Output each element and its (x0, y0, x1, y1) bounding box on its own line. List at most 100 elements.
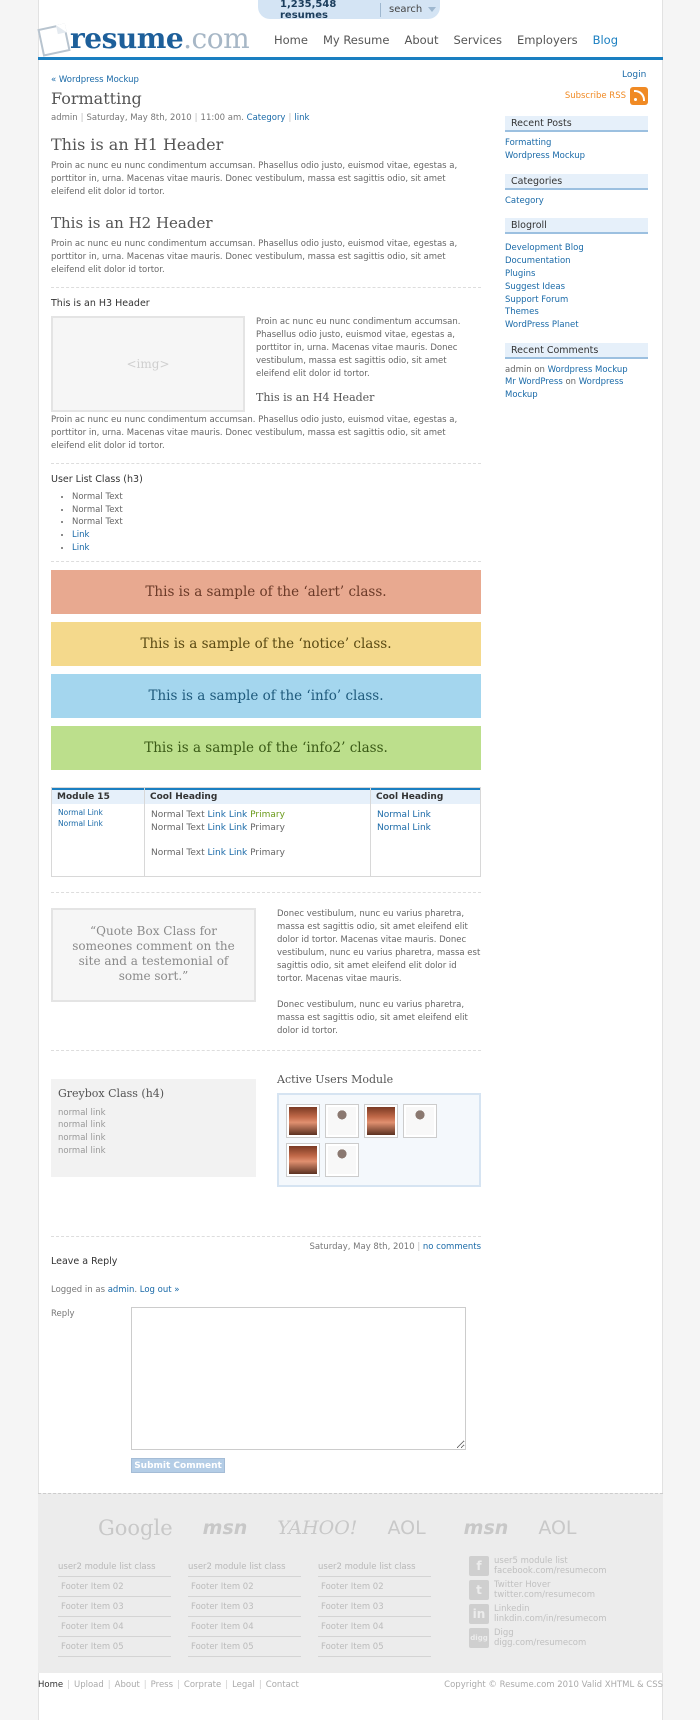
nav-blog[interactable]: Blog (593, 33, 618, 47)
submit-comment-button[interactable]: Submit Comment (131, 1458, 225, 1473)
table-column: Cool Heading Normal Text Link Link Prima… (145, 787, 371, 876)
table-link[interactable]: Normal Link (58, 808, 103, 817)
social-item[interactable]: t Twitter Hover twitter.com/resumecom (469, 1580, 609, 1604)
nav-home[interactable]: Home (274, 33, 308, 47)
avatar[interactable] (364, 1103, 398, 1138)
footer-item[interactable]: Footer Item 05 (318, 1637, 431, 1657)
greybox-link[interactable]: normal link (58, 1119, 249, 1132)
divider (51, 891, 481, 893)
avatar[interactable] (325, 1103, 359, 1138)
list-link[interactable]: Link (72, 543, 89, 553)
table-link[interactable]: Normal Link (58, 819, 103, 828)
table-link[interactable]: Normal Link (377, 823, 431, 833)
footer-item[interactable]: Footer Item 03 (188, 1597, 301, 1617)
footer-item[interactable]: Footer Item 04 (318, 1617, 431, 1637)
reply-title: Leave a Reply (51, 1256, 118, 1267)
table-link[interactable]: Link (229, 823, 247, 833)
social-item[interactable]: in Linkedin linkdin.com/in/resumecom (469, 1604, 609, 1628)
avatar[interactable] (286, 1142, 320, 1177)
bottom-link-upload[interactable]: Upload (74, 1680, 104, 1690)
list-item-link[interactable]: Link (72, 542, 481, 555)
bottom-link-home[interactable]: Home (38, 1680, 63, 1690)
greybox-link[interactable]: normal link (58, 1132, 249, 1145)
sidebar-link[interactable]: Wordpress Mockup (505, 150, 648, 163)
bottom-link-legal[interactable]: Legal (232, 1680, 255, 1690)
list-item-link[interactable]: Link (72, 529, 481, 542)
table-link[interactable]: Link (208, 810, 226, 820)
sidebar-link[interactable]: Formatting (505, 137, 648, 150)
notice-box: This is a sample of the ‘notice’ class. (51, 621, 481, 666)
module-table: Module 15 Normal Link Normal Link Cool H… (51, 786, 481, 877)
social-url: twitter.com/resumecom (494, 1590, 595, 1600)
bottom-link-contact[interactable]: Contact (266, 1680, 299, 1690)
h4-header: This is an H4 Header (256, 391, 375, 404)
site-logo[interactable]: resume .com (37, 22, 250, 57)
footer-item[interactable]: Footer Item 02 (188, 1577, 301, 1597)
comments-link[interactable]: no comments (423, 1242, 481, 1252)
bottom-link-about[interactable]: About (115, 1680, 140, 1690)
nav-services[interactable]: Services (453, 33, 502, 47)
logout-link[interactable]: Log out » (140, 1285, 180, 1295)
footer-item[interactable]: Footer Item 03 (318, 1597, 431, 1617)
sidebar-link[interactable]: Category (505, 195, 648, 208)
footer-column-title: user2 module list class (318, 1562, 431, 1577)
nav-employers[interactable]: Employers (517, 33, 578, 47)
recent-posts-list: Formatting Wordpress Mockup (505, 137, 648, 163)
table-link[interactable]: Link (208, 848, 226, 858)
nav-my-resume[interactable]: My Resume (323, 33, 390, 47)
sidebar-link[interactable]: Development Blog (505, 242, 648, 255)
divider: | (225, 1680, 229, 1690)
footer-item[interactable]: Footer Item 02 (318, 1577, 431, 1597)
social-item[interactable]: digg Digg digg.com/resumecom (469, 1628, 609, 1652)
post-link[interactable]: link (294, 113, 309, 123)
sidebar-link[interactable]: Plugins (505, 268, 648, 281)
list-item: Normal Text (72, 491, 481, 504)
facebook-icon: f (469, 1556, 489, 1576)
sidebar-link[interactable]: Suggest Ideas (505, 281, 648, 294)
table-link[interactable]: Link (208, 823, 226, 833)
comment-post-link[interactable]: Wordpress Mockup (548, 365, 628, 375)
nav-about[interactable]: About (404, 33, 438, 47)
avatar[interactable] (325, 1142, 359, 1177)
search-dropdown[interactable]: search (381, 4, 437, 15)
bottom-link-press[interactable]: Press (151, 1680, 173, 1690)
reply-textarea[interactable] (131, 1307, 466, 1450)
sidebar-link[interactable]: WordPress Planet (505, 319, 648, 332)
avatar[interactable] (403, 1103, 437, 1138)
footer-item[interactable]: Footer Item 05 (58, 1637, 171, 1657)
social-item[interactable]: f user5 module list facebook.com/resumecom (469, 1556, 609, 1580)
table-link[interactable]: Link (229, 810, 247, 820)
post-author: admin (51, 113, 78, 123)
table-link[interactable]: Normal Link (377, 810, 431, 820)
bottom-link-corprate[interactable]: Corprate (184, 1680, 221, 1690)
image-text-block: <img> Proin ac nunc eu nunc condimentum … (51, 316, 481, 412)
widget-title: Blogroll (505, 218, 648, 235)
sidebar-link[interactable]: Support Forum (505, 294, 648, 307)
table-link[interactable]: Link (229, 848, 247, 858)
cell-text: Normal Text (151, 822, 205, 833)
linkedin-icon: in (469, 1604, 489, 1624)
list-link[interactable]: Link (72, 530, 89, 540)
greybox-link[interactable]: normal link (58, 1107, 249, 1120)
breadcrumb[interactable]: « Wordpress Mockup (51, 75, 139, 85)
comment-author-link[interactable]: Mr WordPress (505, 377, 563, 387)
login-link[interactable]: Login (622, 70, 646, 80)
subscribe-rss[interactable]: Subscribe RSS (505, 87, 648, 105)
user-link[interactable]: admin (108, 1285, 135, 1295)
logo-text-domain: .com (183, 22, 250, 55)
avatar[interactable] (286, 1103, 320, 1138)
sidebar-link[interactable]: Themes (505, 306, 648, 319)
footer-item[interactable]: Footer Item 04 (188, 1617, 301, 1637)
footer-item[interactable]: Footer Item 04 (58, 1617, 171, 1637)
greybox-link[interactable]: normal link (58, 1145, 249, 1158)
sidebar-link[interactable]: Documentation (505, 255, 648, 268)
divider: | (288, 113, 292, 123)
footer-item[interactable]: Footer Item 05 (188, 1637, 301, 1657)
category-link[interactable]: Category (247, 113, 286, 123)
avatar-grid (277, 1092, 481, 1187)
widget-title: Recent Comments (505, 342, 648, 359)
footer-item[interactable]: Footer Item 03 (58, 1597, 171, 1617)
page-title: Formatting (51, 89, 142, 108)
active-users-module: Active Users Module (277, 1073, 481, 1187)
footer-item[interactable]: Footer Item 02 (58, 1577, 171, 1597)
